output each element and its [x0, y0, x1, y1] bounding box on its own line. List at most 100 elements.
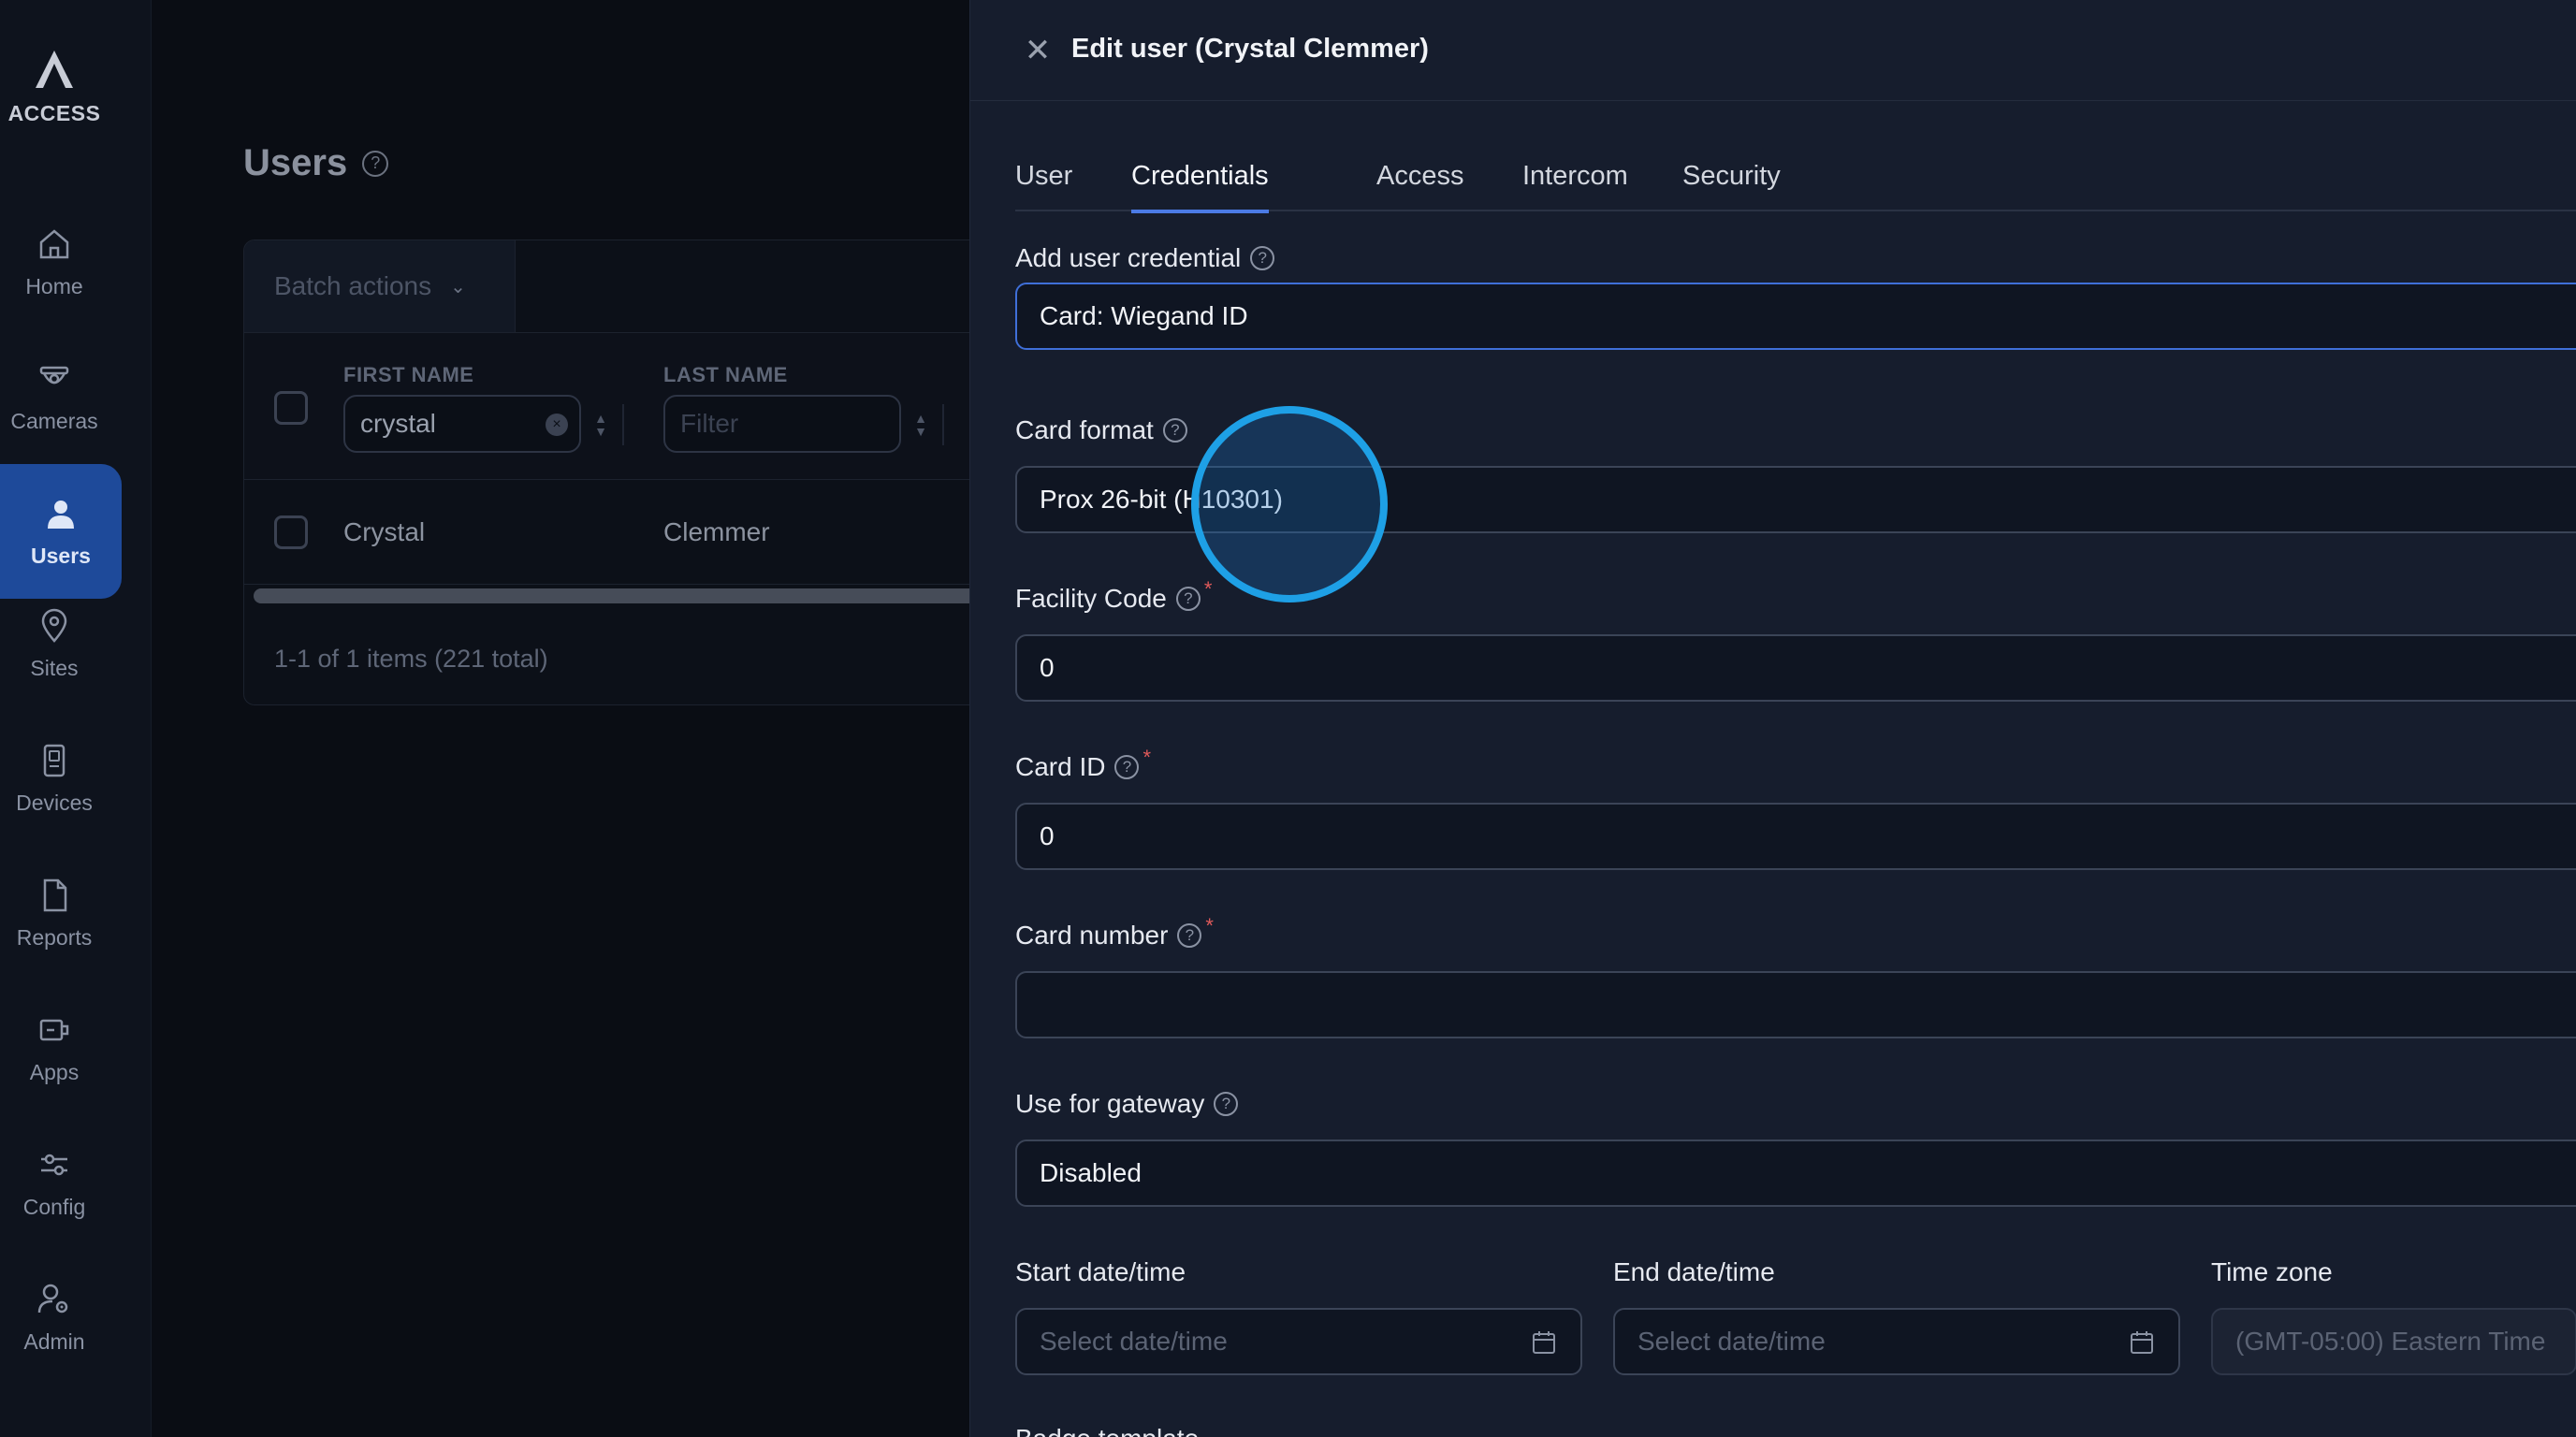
facility-code-input[interactable]: 0 — [1015, 634, 2576, 702]
help-icon[interactable]: ? — [1114, 755, 1140, 779]
gateway-label-text: Use for gateway — [1015, 1089, 1205, 1118]
gateway-select[interactable]: Disabled — [1015, 1139, 2576, 1207]
nav-label-config: Config — [22, 1194, 86, 1219]
nav-item-home[interactable]: Home — [0, 206, 109, 318]
facility-code-value: 0 — [1040, 653, 1055, 682]
first-name-filter-value: crystal — [360, 409, 436, 438]
sliders-icon — [41, 1154, 67, 1175]
facility-code-label-text: Facility Code — [1015, 584, 1167, 613]
tab-access[interactable]: Access — [1376, 161, 1463, 211]
batch-actions-dropdown[interactable]: Batch actions ⌄ — [244, 240, 516, 332]
horizontal-scrollbar[interactable] — [254, 588, 991, 603]
cell-last-name[interactable]: Clemmer — [663, 517, 770, 547]
column-header-last-name[interactable]: LAST NAME — [663, 363, 788, 387]
required-marker: * — [1142, 746, 1152, 769]
tab-security[interactable]: Security — [1682, 161, 1781, 211]
nav-item-cameras[interactable]: Cameras — [0, 341, 109, 453]
home-icon — [39, 228, 69, 258]
map-pin-icon — [41, 608, 67, 643]
page-title: Users ? — [243, 142, 389, 184]
gateway-value: Disabled — [1040, 1158, 1142, 1187]
cell-first-name[interactable]: Crystal — [343, 517, 425, 547]
help-icon[interactable]: ? — [1162, 418, 1187, 443]
card-format-label-text: Card format — [1015, 415, 1154, 444]
first-name-filter-input[interactable]: crystal × — [343, 395, 581, 453]
start-date-input[interactable]: Select date/time — [1015, 1308, 1582, 1375]
column-header-first-name[interactable]: FIRST NAME — [343, 363, 473, 387]
nav-item-users[interactable]: Users — [0, 464, 122, 599]
nav-label-sites: Sites — [30, 655, 79, 680]
drawer-title: Edit user (Crystal Clemmer) — [1071, 34, 1429, 64]
pagination-summary: 1-1 of 1 items (221 total) — [274, 645, 548, 673]
nav-item-reports[interactable]: Reports — [0, 857, 109, 969]
card-id-value: 0 — [1040, 821, 1055, 850]
table-row[interactable]: Crystal Clemmer — [244, 480, 991, 585]
card-number-label: Card number ? * — [1015, 914, 1214, 951]
calendar-icon[interactable] — [2130, 1330, 2154, 1355]
help-icon[interactable]: ? — [362, 150, 389, 177]
access-logo-icon — [36, 51, 73, 88]
nav-label-admin: Admin — [23, 1328, 85, 1354]
last-name-filter-input[interactable]: Filter — [663, 395, 901, 453]
tab-user[interactable]: User — [1015, 161, 1072, 211]
help-icon[interactable]: ? — [1177, 923, 1202, 948]
start-date-label: Start date/time — [1015, 1257, 1186, 1287]
user-icon — [48, 500, 74, 529]
select-all-checkbox[interactable] — [274, 391, 308, 425]
help-icon[interactable]: ? — [1214, 1092, 1239, 1116]
row-checkbox[interactable] — [274, 515, 308, 549]
card-format-select[interactable]: Prox 26-bit (H10301) — [1015, 466, 2576, 533]
nav-item-admin[interactable]: Admin — [0, 1261, 109, 1373]
apps-icon — [39, 1019, 69, 1040]
card-id-input[interactable]: 0 — [1015, 803, 2576, 870]
tab-intercom[interactable]: Intercom — [1522, 161, 1628, 211]
close-icon[interactable]: ✕ — [1021, 34, 1055, 67]
table-header: FIRST NAME crystal × ▲ ▼ LAST NAME Filter… — [244, 332, 991, 480]
add-credential-label: Add user credential ? — [1015, 243, 1275, 273]
sort-icon[interactable]: ▲ ▼ — [592, 408, 609, 442]
badge-template-label: Badge template — [1015, 1424, 1199, 1437]
nav-item-sites[interactable]: Sites — [0, 588, 109, 700]
user-gear-icon — [37, 1284, 68, 1313]
add-credential-value: Card: Wiegand ID — [1040, 301, 1248, 330]
scrollbar-thumb[interactable] — [254, 588, 983, 603]
camera-icon — [39, 366, 69, 384]
card-id-label: Card ID ? * — [1015, 746, 1151, 782]
column-divider[interactable] — [942, 404, 944, 445]
nav-label-devices: Devices — [16, 790, 93, 815]
help-icon[interactable]: ? — [1250, 246, 1275, 270]
nav-label-users: Users — [31, 543, 91, 568]
add-credential-select[interactable]: Card: Wiegand ID — [1015, 283, 2576, 350]
nav-item-devices[interactable]: Devices — [0, 722, 109, 835]
batch-actions-label: Batch actions — [274, 271, 432, 300]
required-marker: * — [1205, 914, 1214, 937]
chevron-down-icon: ⌄ — [450, 276, 466, 298]
nav-label-apps: Apps — [29, 1059, 80, 1084]
last-name-filter-placeholder: Filter — [680, 409, 739, 438]
brand-name: ACCESS — [7, 101, 101, 125]
clear-filter-icon[interactable]: × — [546, 414, 568, 436]
edit-user-drawer: ✕ Edit user (Crystal Clemmer) User Crede… — [969, 0, 2576, 1437]
gateway-label: Use for gateway ? — [1015, 1089, 1239, 1119]
card-format-label: Card format ? — [1015, 415, 1187, 445]
card-number-input[interactable] — [1015, 971, 2576, 1038]
column-divider[interactable] — [622, 404, 624, 445]
add-credential-label-text: Add user credential — [1015, 243, 1242, 272]
sort-icon[interactable]: ▲ ▼ — [912, 408, 929, 442]
nav-item-config[interactable]: Config — [0, 1126, 109, 1239]
nav-label-home: Home — [25, 273, 83, 298]
end-date-input[interactable]: Select date/time — [1613, 1308, 2180, 1375]
end-date-label: End date/time — [1613, 1257, 1775, 1287]
help-icon[interactable]: ? — [1175, 587, 1201, 611]
time-zone-value: (GMT-05:00) Eastern Time — [2235, 1327, 2546, 1356]
card-format-value: Prox 26-bit (H10301) — [1040, 485, 1283, 514]
users-page: Users ? Batch actions ⌄ FIRST NAME cryst… — [152, 0, 992, 1437]
tab-credentials[interactable]: Credentials — [1131, 161, 1269, 213]
document-icon — [43, 878, 67, 911]
nav-item-apps[interactable]: Apps — [0, 992, 109, 1104]
users-table: Batch actions ⌄ FIRST NAME crystal × ▲ ▼ … — [243, 240, 992, 705]
brand-logo[interactable]: ACCESS — [0, 47, 109, 126]
start-date-placeholder: Select date/time — [1040, 1327, 1228, 1356]
page-title-text: Users — [243, 142, 348, 183]
calendar-icon[interactable] — [1532, 1330, 1556, 1355]
